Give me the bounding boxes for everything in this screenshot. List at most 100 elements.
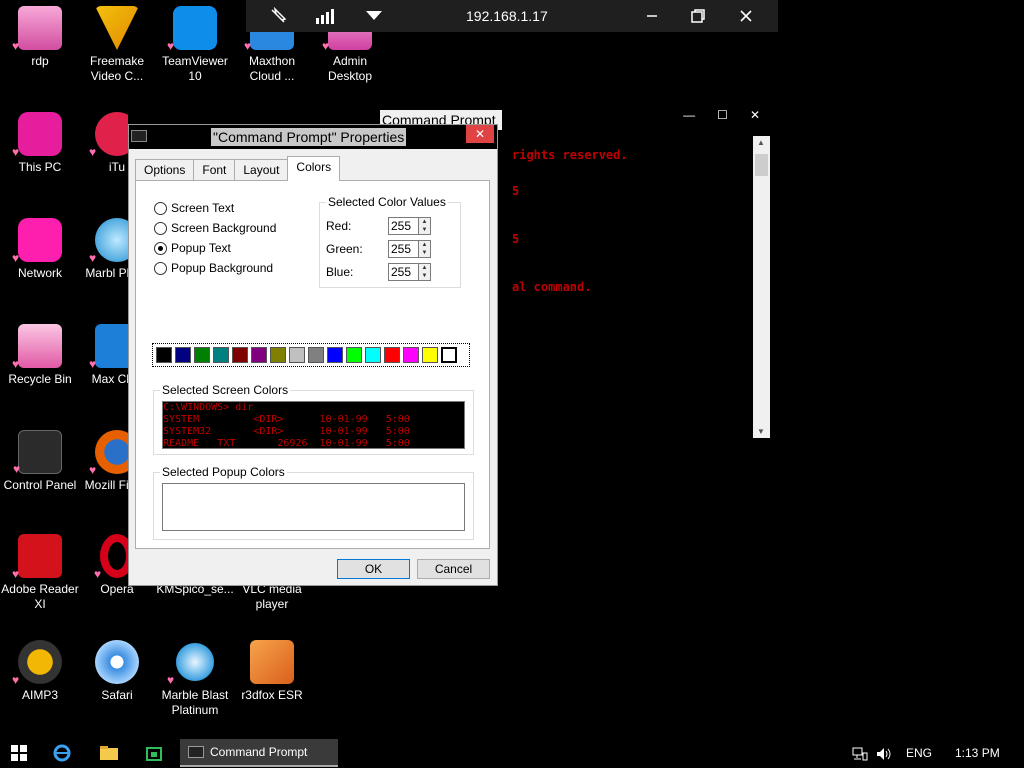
volume-icon[interactable]	[876, 738, 892, 768]
color-swatch[interactable]	[194, 347, 210, 363]
spin-down-icon[interactable]: ▼	[419, 249, 430, 257]
cmd-scrollbar[interactable]: ▲ ▼	[753, 136, 770, 438]
desktop-icon-this-pc[interactable]: ♥ This PC	[0, 112, 80, 175]
close-icon[interactable]: ✕	[750, 108, 760, 124]
color-swatch[interactable]	[289, 347, 305, 363]
radio-popup-text[interactable]: Popup Text	[154, 241, 231, 255]
green-input[interactable]: 255	[388, 240, 418, 258]
radio-button[interactable]	[154, 201, 167, 215]
color-swatch[interactable]	[232, 347, 248, 363]
dialog-close-button[interactable]: ✕	[466, 125, 494, 143]
red-stepper[interactable]: 255 ▲ ▼	[388, 217, 431, 235]
screen-colors-preview: C:\WINDOWS> dir SYSTEM <DIR> 10-01-99 5:…	[162, 401, 465, 449]
tab-layout[interactable]: Layout	[234, 159, 289, 181]
adobe-reader-icon: ♥	[12, 534, 62, 580]
desktop-icon-recycle-bin[interactable]: ♥ Recycle Bin	[0, 324, 80, 387]
color-swatch[interactable]	[175, 347, 191, 363]
tab-colors[interactable]: Colors	[287, 156, 341, 181]
desktop-icon-network[interactable]: ♥ Network	[0, 218, 80, 281]
language-indicator[interactable]: ENG	[906, 738, 932, 768]
color-swatch[interactable]	[308, 347, 324, 363]
internet-explorer-icon[interactable]	[52, 743, 72, 763]
desktop-icon-label: rdp	[31, 54, 49, 68]
desktop-icon-label: Safari	[101, 688, 133, 702]
color-swatch[interactable]	[422, 347, 438, 363]
color-swatch[interactable]	[365, 347, 381, 363]
color-swatch[interactable]	[346, 347, 362, 363]
close-icon[interactable]	[732, 0, 760, 32]
radio-label: Screen Text	[171, 201, 235, 215]
color-swatch[interactable]	[327, 347, 343, 363]
taskbar-command-prompt[interactable]: Command Prompt	[180, 739, 338, 767]
properties-dialog[interactable]: "Command Prompt" Properties ✕ Options Fo…	[128, 124, 498, 586]
color-swatch[interactable]	[156, 347, 172, 363]
desktop-icon-label: Maxthon Cloud ...	[248, 54, 296, 83]
radio-screen-text[interactable]: Screen Text	[154, 201, 234, 215]
minimize-icon[interactable]	[638, 0, 666, 32]
green-label: Green:	[326, 242, 363, 256]
dialog-titlebar[interactable]: "Command Prompt" Properties ✕	[129, 125, 497, 149]
signal-icon[interactable]	[312, 0, 340, 32]
preview-line: C:\WINDOWS> dir	[163, 402, 254, 413]
radio-button[interactable]	[154, 221, 167, 235]
scroll-down-icon[interactable]: ▼	[757, 427, 765, 436]
desktop-icon-aimp3[interactable]: ♥ AIMP3	[0, 640, 80, 703]
color-swatch[interactable]	[441, 347, 457, 363]
unpin-icon[interactable]	[264, 0, 292, 32]
desktop-icon-marble-blast[interactable]: ♥ Marble Blast Platinum	[155, 640, 235, 718]
radio-screen-background[interactable]: Screen Background	[154, 221, 276, 235]
color-palette	[152, 343, 470, 367]
red-label: Red:	[326, 219, 352, 233]
cancel-button[interactable]: Cancel	[417, 559, 490, 579]
file-explorer-icon[interactable]	[99, 743, 119, 763]
restore-icon[interactable]	[684, 0, 712, 32]
scroll-thumb[interactable]	[755, 154, 768, 176]
desktop-icon-freemake[interactable]: Freemake Video C...	[77, 6, 157, 84]
maximize-icon[interactable]: ☐	[717, 108, 728, 124]
spin-up-icon[interactable]: ▲	[419, 264, 430, 272]
tab-font[interactable]: Font	[193, 159, 236, 181]
blue-stepper[interactable]: 255 ▲ ▼	[388, 263, 431, 281]
green-stepper[interactable]: 255 ▲ ▼	[388, 240, 431, 258]
store-icon[interactable]	[144, 743, 164, 763]
tab-strip: Options Font Layout Colors	[135, 156, 341, 181]
tab-options[interactable]: Options	[135, 159, 195, 181]
color-swatch[interactable]	[270, 347, 286, 363]
control-panel-icon: ♥	[13, 430, 62, 475]
desktop-icon-label: r3dfox ESR	[241, 688, 303, 702]
radio-button[interactable]	[154, 261, 167, 275]
desktop-icon-control-panel[interactable]: ♥ Control Panel	[0, 430, 80, 493]
red-input[interactable]: 255	[388, 217, 418, 235]
blue-input[interactable]: 255	[388, 263, 418, 281]
desktop-icon-teamviewer[interactable]: ♥ TeamViewer 10	[155, 6, 235, 84]
color-swatch[interactable]	[403, 347, 419, 363]
desktop-icon-rdp[interactable]: ♥ rdp	[0, 6, 80, 69]
start-windows-icon[interactable]	[9, 743, 29, 763]
radio-label: Popup Text	[171, 241, 231, 255]
spin-up-icon[interactable]: ▲	[419, 241, 430, 249]
color-swatch[interactable]	[213, 347, 229, 363]
radio-button[interactable]	[154, 241, 167, 255]
clock[interactable]: 1:13 PM	[955, 738, 1000, 768]
color-swatch[interactable]	[384, 347, 400, 363]
radio-popup-background[interactable]: Popup Background	[154, 261, 273, 275]
desktop-icon-adobe-reader[interactable]: ♥ Adobe Reader XI	[0, 534, 80, 612]
spin-up-icon[interactable]: ▲	[419, 218, 430, 226]
network-tray-icon[interactable]	[852, 738, 868, 768]
desktop-icon-safari[interactable]: Safari	[77, 640, 157, 703]
spin-down-icon[interactable]: ▼	[419, 272, 430, 280]
preview-line: README TXT 26926 10-01-99 5:00	[163, 438, 410, 449]
spin-down-icon[interactable]: ▼	[419, 226, 430, 234]
minimize-icon[interactable]: —	[683, 108, 695, 124]
cmd-output-line: rights reserved.	[512, 148, 628, 162]
preview-line: SYSTEM <DIR> 10-01-99 5:00	[163, 414, 410, 425]
desktop-icon-label: AIMP3	[21, 688, 58, 702]
color-swatch[interactable]	[251, 347, 267, 363]
dropdown-icon[interactable]	[360, 0, 388, 32]
group-legend: Selected Screen Colors	[160, 383, 291, 397]
desktop-icon-r3dfox[interactable]: r3dfox ESR	[232, 640, 312, 703]
selected-color-values-group: Selected Color Values Red: 255 ▲ ▼ Green:…	[319, 195, 461, 288]
scroll-up-icon[interactable]: ▲	[757, 138, 765, 147]
ok-button[interactable]: OK	[337, 559, 410, 579]
cmd-icon	[188, 746, 204, 758]
